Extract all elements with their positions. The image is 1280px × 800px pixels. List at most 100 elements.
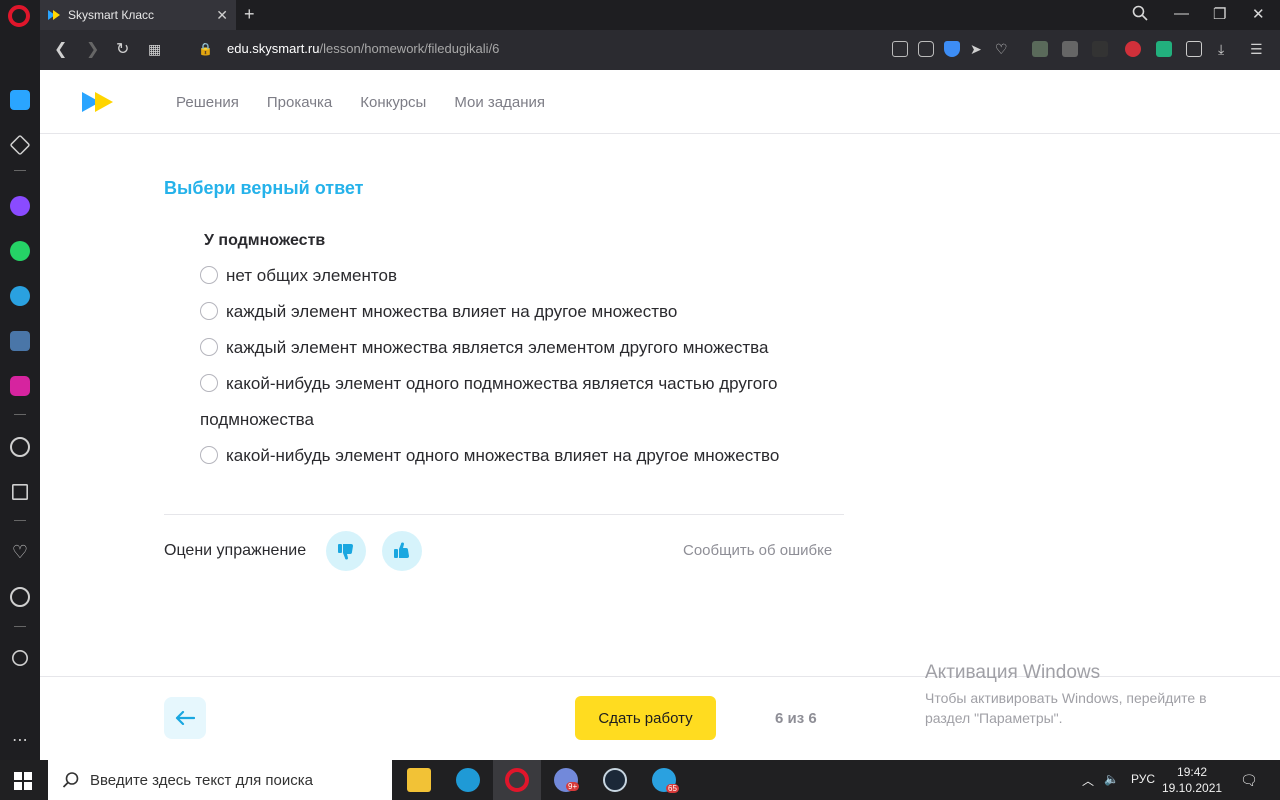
progress-counter: 6 из 6 (775, 710, 817, 727)
notifications-icon[interactable]: 🗨 (1240, 772, 1258, 789)
new-tab-icon[interactable]: + (244, 4, 255, 25)
tab-close-icon[interactable]: ✕ (216, 7, 228, 24)
watermark-title: Активация Windows (925, 662, 1101, 683)
skysmart-favicon-icon (48, 9, 62, 21)
back-button[interactable] (164, 697, 206, 739)
site-nav: Решения Прокачка Конкурсы Мои задания (176, 94, 545, 111)
messenger-icon[interactable] (10, 196, 30, 216)
volume-icon[interactable]: 🔈 (1104, 772, 1119, 786)
history-icon[interactable] (10, 587, 30, 607)
edge-app-icon[interactable] (444, 760, 492, 800)
flow-icon[interactable] (12, 484, 28, 500)
language-indicator[interactable]: РУС (1131, 772, 1155, 786)
search-placeholder: Введите здесь текст для поиска (90, 771, 313, 789)
more-icon[interactable]: ⋯ (10, 730, 30, 750)
extension-b-icon[interactable] (1062, 41, 1078, 57)
easy-setup-icon[interactable]: ☰ (1250, 41, 1263, 58)
submit-work-button[interactable]: Сдать работу (575, 696, 716, 740)
tray-chevron-up-icon[interactable]: ︿ (1082, 772, 1094, 789)
like-button[interactable] (382, 531, 422, 571)
task-title: Выбери верный ответ (164, 178, 364, 198)
adblock-icon[interactable] (1125, 41, 1141, 57)
windows-activation-watermark: Активация Windows Чтобы активировать Win… (925, 662, 1245, 728)
nav-contests[interactable]: Конкурсы (360, 94, 426, 111)
discord-app-icon[interactable]: 9+ (542, 760, 590, 800)
send-icon[interactable]: ➤ (970, 41, 982, 58)
clock-time: 19:42 (1177, 765, 1208, 779)
report-error-link[interactable]: Сообщить об ошибке (683, 542, 832, 559)
thumbs-up-icon (394, 542, 409, 558)
skysmart-logo-icon[interactable] (82, 92, 116, 112)
nav-my-tasks[interactable]: Мои задания (454, 94, 545, 111)
divider (164, 514, 844, 515)
radio-button[interactable] (200, 446, 218, 464)
question-text: У подмножеств (204, 232, 326, 249)
back-nav-icon[interactable]: ❮ (54, 39, 67, 59)
vpn-shield-icon[interactable] (944, 41, 960, 57)
tab-title: Skysmart Класс (68, 8, 155, 22)
browser-tabbar: Skysmart Класс ✕ + — ❐ ✕ (0, 0, 1280, 30)
tab-search-icon[interactable] (1132, 5, 1148, 25)
whatsapp-icon[interactable] (10, 241, 30, 261)
vk-icon[interactable] (10, 331, 30, 351)
answer-label: каждый элемент множества является элемен… (226, 338, 769, 357)
telegram-icon[interactable] (10, 286, 30, 306)
extensions-icon[interactable] (1186, 41, 1202, 57)
answer-label: каждый элемент множества влияет на друго… (226, 302, 678, 321)
heart-icon[interactable]: ♡ (995, 41, 1008, 58)
clock-date: 19.10.2021 (1162, 781, 1223, 795)
home-icon[interactable] (10, 90, 30, 110)
close-window-icon[interactable]: ✕ (1252, 5, 1265, 23)
rate-label: Оцени упражнение (164, 542, 307, 559)
web-page: Решения Прокачка Конкурсы Мои задания Вы… (40, 70, 1280, 760)
answer-option[interactable]: нет общих элементов (200, 258, 860, 294)
nav-training[interactable]: Прокачка (267, 94, 332, 111)
extension-green-icon[interactable] (1156, 41, 1172, 57)
share-icon[interactable] (892, 41, 908, 57)
extension-cube-icon[interactable] (1032, 41, 1048, 57)
tips-bulb-icon[interactable] (12, 650, 28, 666)
taskbar-clock[interactable]: 19:42 19.10.2021 (1162, 764, 1222, 796)
answer-option[interactable]: какой-нибудь элемент одного множества вл… (200, 438, 860, 474)
windows-taskbar: Введите здесь текст для поиска 9+ 65 ︿ 🔈… (0, 760, 1280, 800)
tab-skysmart[interactable]: Skysmart Класс ✕ (40, 0, 236, 30)
answer-label: нет общих элементов (226, 266, 397, 285)
answer-option[interactable]: какой-нибудь элемент одного подмножества… (200, 366, 860, 438)
answer-label: какой-нибудь элемент одного множества вл… (226, 446, 780, 465)
snapshot-icon[interactable] (918, 41, 934, 57)
radio-button[interactable] (200, 302, 218, 320)
url-field[interactable]: edu.skysmart.ru/lesson/homework/filedugi… (227, 41, 499, 56)
restore-icon[interactable]: ❐ (1213, 5, 1226, 23)
player-icon[interactable] (10, 437, 30, 457)
url-path: /lesson/homework/filedugikali/6 (319, 41, 500, 56)
opera-app-icon[interactable] (493, 760, 541, 800)
browser-sidebar: ♡ ⋯ (0, 30, 40, 760)
favorites-heart-icon[interactable]: ♡ (10, 542, 30, 562)
steam-app-icon[interactable] (591, 760, 639, 800)
telegram-app-icon[interactable]: 65 (640, 760, 688, 800)
dislike-button[interactable] (326, 531, 366, 571)
answer-option[interactable]: каждый элемент множества влияет на друго… (200, 294, 860, 330)
reload-icon[interactable]: ↻ (116, 39, 129, 59)
speed-dial-icon[interactable]: ▦ (148, 41, 161, 58)
forward-nav-icon[interactable]: ❯ (86, 39, 99, 59)
search-icon (62, 772, 79, 788)
discord-badge: 9+ (566, 782, 580, 791)
explorer-app-icon[interactable] (395, 760, 443, 800)
radio-button[interactable] (200, 374, 218, 392)
taskbar-search-box[interactable]: Введите здесь текст для поиска (48, 760, 392, 800)
opera-menu-icon[interactable] (8, 5, 30, 27)
arrow-left-icon (175, 711, 195, 725)
site-header: Решения Прокачка Конкурсы Мои задания (40, 70, 1280, 134)
radio-button[interactable] (200, 266, 218, 284)
extension-dark-icon[interactable] (1092, 41, 1108, 57)
download-icon[interactable]: ⤓ (1218, 41, 1224, 58)
instagram-icon[interactable] (10, 376, 30, 396)
nav-solutions[interactable]: Решения (176, 94, 239, 111)
windows-start-icon[interactable] (14, 772, 32, 790)
minimize-icon[interactable]: — (1174, 5, 1189, 22)
answer-option[interactable]: каждый элемент множества является элемен… (200, 330, 860, 366)
telegram-badge: 65 (666, 784, 679, 793)
bookmarks-star-icon[interactable] (9, 134, 31, 156)
radio-button[interactable] (200, 338, 218, 356)
